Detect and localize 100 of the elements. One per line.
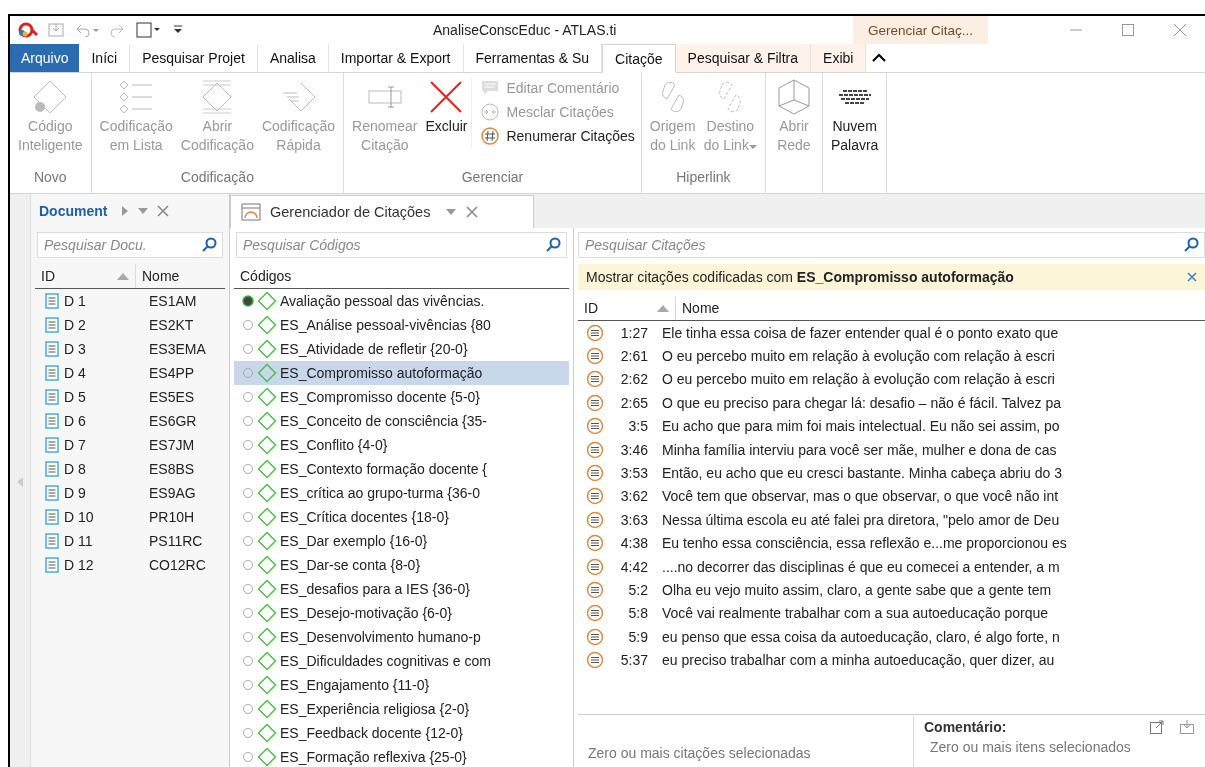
save-icon[interactable] (48, 22, 64, 38)
table-cell: D 4 (64, 365, 86, 381)
table-cell: D 1 (64, 293, 86, 309)
close-icon[interactable] (157, 205, 170, 217)
quotation-icon (586, 651, 604, 670)
quotation-icon (586, 487, 604, 506)
column-header[interactable]: Nome (676, 296, 726, 320)
diamond-icon (257, 723, 277, 743)
diamond-icon (257, 627, 277, 647)
code-row[interactable]: ES_crítica ao grupo-turma {36-0 (234, 481, 569, 505)
collapse-ribbon-icon[interactable] (872, 53, 887, 63)
window-title: AnaliseConscEduc - ATLAS.ti (432, 22, 618, 38)
code-row[interactable]: ES_Conceito de consciência {35- (234, 409, 569, 433)
redo-icon[interactable] (110, 23, 126, 37)
code-row[interactable]: ES_desafios para a IES {36-0} (234, 577, 569, 601)
comment-status: Zero ou mais itens selecionados (929, 739, 1132, 755)
save-icon[interactable] (1179, 719, 1195, 735)
table-cell-text: 3:5 (627, 418, 649, 435)
search-field[interactable]: Pesquisar Docu. (37, 232, 223, 258)
table-cell: O eu percebo muito em relação à evolução com relação à escri (662, 371, 1055, 388)
table-cell: ....no decorrer das disciplinas é que eu comecei a entender, a m (662, 558, 1060, 575)
close-icon[interactable] (1173, 23, 1187, 37)
code-row[interactable]: ES_Formação reflexiva {25-0} (234, 745, 569, 767)
chevron-right-icon[interactable] (121, 205, 130, 217)
panel-tab[interactable]: Gerenciador de Citações (230, 195, 534, 228)
table-cell: D 5 (64, 389, 86, 405)
ribbon-group-label: Codificação (179, 169, 255, 187)
search-icon[interactable] (545, 237, 561, 253)
table-cell: D 2 (64, 317, 86, 333)
column-header[interactable]: Nome (136, 264, 186, 288)
code-row[interactable]: ES_Dificuldades cognitivas e com (234, 649, 569, 673)
code-row[interactable]: ES_Desenvolvimento humano-p (234, 625, 569, 649)
code-row[interactable]: ES_Engajamento {11-0} (234, 673, 569, 697)
document-icon (45, 509, 59, 525)
code-row[interactable]: ES_Dar exemplo {16-0} (234, 529, 569, 553)
comment-label: Comentário: (924, 719, 1007, 735)
document-icon (45, 485, 59, 501)
search-icon[interactable] (201, 237, 217, 253)
close-icon[interactable] (1187, 272, 1197, 282)
table-cell: D 3 (64, 341, 86, 357)
code-row[interactable]: ES_Compromisso autoformação (234, 361, 569, 385)
maximize-icon[interactable] (1121, 23, 1135, 37)
code-row[interactable]: ES_Crítica docentes {18-0} (234, 505, 569, 529)
open-external-icon[interactable] (1149, 719, 1165, 735)
diamond-icon (257, 291, 277, 311)
code-row[interactable]: ES_Dar-se conta {8-0} (234, 553, 569, 577)
ribbon-button[interactable]: Excluir (421, 77, 472, 136)
search-icon[interactable] (1183, 237, 1199, 253)
table-cell-text: 4:38 (619, 535, 649, 552)
table-cell-text: 5:2 (627, 582, 649, 598)
sort-ascending-icon (117, 272, 129, 280)
code-row[interactable]: Avaliação pessoal das vivências. (234, 289, 569, 313)
code-row[interactable]: ES_Desejo-motivação {6-0} (234, 601, 569, 625)
dropdown-icon[interactable] (137, 207, 150, 215)
document-icon (45, 389, 59, 405)
table-cell-text: ES8BS (148, 461, 195, 477)
table-cell: O que eu preciso para chegar lá: desafio – não é fácil. Talvez pa (662, 394, 1061, 411)
search-field[interactable]: Pesquisar Citações (578, 232, 1205, 258)
diamond-icon (257, 411, 277, 431)
quotation-manager-icon (241, 203, 261, 221)
ribbon-tab[interactable]: Citaçõe (602, 44, 676, 73)
column-header[interactable]: ID (578, 296, 676, 320)
table-cell-text: ES3EMA (148, 341, 206, 357)
code-row[interactable]: ES_Atividade de refletir {20-0} (234, 337, 569, 361)
table-cell-text: 3:62 (619, 488, 649, 505)
quotation-icon (586, 534, 604, 553)
ribbon-tab[interactable]: Pesquisar & Filtra (675, 44, 812, 72)
code-row[interactable]: ES_Compromisso docente {5-0} (234, 385, 569, 409)
ribbon-button[interactable]: Nuvem Palavra (826, 77, 883, 155)
column-header[interactable]: ID (35, 264, 136, 288)
diamond-icon (257, 459, 277, 479)
document-icon (45, 341, 59, 357)
code-row[interactable]: ES_Experiência religiosa {2-0} (234, 697, 569, 721)
column-header[interactable]: Códigos (234, 264, 569, 289)
window-icon[interactable] (136, 22, 162, 38)
table-cell: O eu percebo muito em relação à evolução com relação à escri (662, 348, 1055, 365)
code-row[interactable]: ES_Conflito {4-0} (234, 433, 569, 457)
table-cell-text: 1:27 (619, 324, 649, 341)
table-cell: Eu tenho essa consciência, essa reflexão e...me proporcionou es (662, 535, 1067, 552)
document-icon (45, 413, 59, 429)
customize-icon[interactable] (172, 24, 184, 36)
code-row[interactable]: ES_Análise pessoal-vivências {80 (234, 313, 569, 337)
quotation-icon (586, 557, 604, 576)
quotation-icon (586, 464, 604, 483)
ribbon-button[interactable]: Renumerar Citações (478, 125, 637, 147)
ribbon-group-label: Hiperlink (675, 169, 732, 187)
filter-text: Mostrar citações codificadas com ES_Compromisso autoformação (586, 269, 1014, 285)
ribbon-tab[interactable]: Arquivo (10, 44, 80, 72)
table-cell: D 9 (64, 485, 86, 501)
code-row[interactable]: ES_Feedback docente {12-0} (234, 721, 569, 745)
merge-icon (480, 102, 501, 122)
undo-icon[interactable] (74, 23, 100, 37)
close-icon[interactable] (466, 206, 479, 218)
diamond-icon (257, 651, 277, 671)
table-cell-text: ES6GR (148, 413, 197, 429)
ribbon-tab[interactable]: Exibi (811, 44, 867, 72)
search-field[interactable]: Pesquisar Códigos (236, 232, 567, 258)
code-row[interactable]: ES_Contexto formação docente { (234, 457, 569, 481)
table-cell-text: CO12RC (148, 557, 206, 573)
dropdown-icon[interactable] (445, 208, 458, 216)
